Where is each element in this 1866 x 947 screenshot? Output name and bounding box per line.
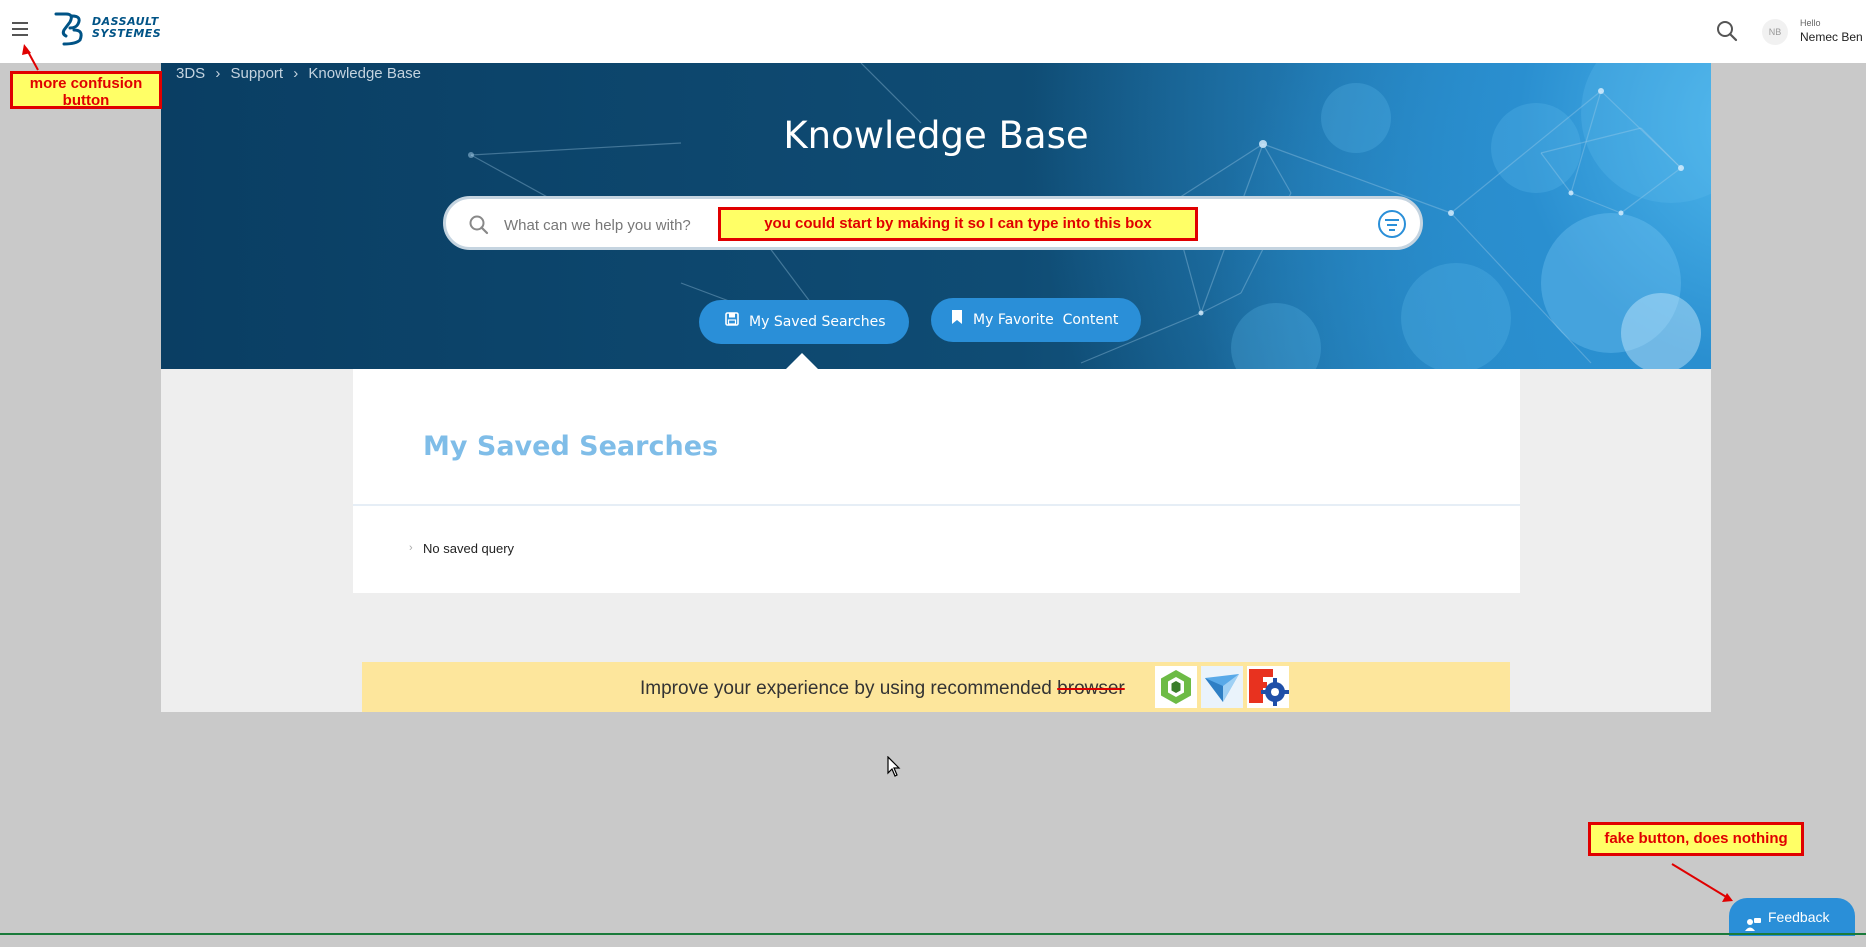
page-title: Knowledge Base bbox=[783, 114, 1089, 157]
browser-gear-icon[interactable] bbox=[1247, 666, 1289, 708]
chevron-right-icon: › bbox=[215, 65, 221, 82]
top-bar: DASSAULT SYSTEMES NB Hello Nemec Ben bbox=[0, 0, 1866, 63]
browser-plane-icon[interactable] bbox=[1201, 666, 1243, 708]
breadcrumb-current: Knowledge Base bbox=[308, 65, 422, 82]
browser-recommendation-banner: Improve your experience by using recomme… bbox=[362, 662, 1510, 712]
tab-my-saved-searches[interactable]: My Saved Searches bbox=[699, 300, 909, 344]
browser-hex-icon[interactable] bbox=[1155, 666, 1197, 708]
save-icon bbox=[725, 300, 739, 344]
chevron-right-icon: › bbox=[409, 542, 413, 554]
username[interactable]: Nemec Ben bbox=[1800, 30, 1863, 44]
annotation-menu-note: more confusion button bbox=[10, 71, 162, 109]
menu-icon[interactable] bbox=[12, 22, 28, 36]
divider bbox=[353, 504, 1520, 506]
empty-state-text: No saved query bbox=[423, 541, 515, 556]
avatar[interactable]: NB bbox=[1762, 19, 1788, 45]
breadcrumb: 3DS › Support › Knowledge Base bbox=[176, 65, 427, 82]
chevron-right-icon: › bbox=[293, 65, 299, 82]
struck-word: browser bbox=[1057, 678, 1125, 699]
saved-searches-panel: My Saved Searches › No saved query bbox=[353, 369, 1520, 593]
breadcrumb-support[interactable]: Support bbox=[231, 65, 284, 82]
3ds-logo-icon bbox=[54, 12, 83, 46]
banner-text: Improve your experience by using recomme… bbox=[640, 678, 1125, 699]
logo-wordmark: DASSAULT SYSTEMES bbox=[92, 15, 162, 40]
active-tab-pointer bbox=[785, 353, 819, 369]
greeting: Hello bbox=[1800, 18, 1821, 28]
feedback-button[interactable]: Feedback bbox=[1729, 898, 1855, 936]
bookmark-icon bbox=[951, 298, 963, 342]
breadcrumb-3ds[interactable]: 3DS bbox=[176, 65, 205, 82]
tab-label: My Saved Searches bbox=[749, 314, 886, 330]
panel-title: My Saved Searches bbox=[423, 431, 719, 462]
filter-icon[interactable] bbox=[1378, 210, 1406, 238]
annotation-search-note: you could start by making it so I can ty… bbox=[718, 207, 1198, 241]
tab-my-favorite-content[interactable]: My Favorite Content bbox=[931, 298, 1141, 342]
dassault-logo[interactable]: DASSAULT SYSTEMES bbox=[52, 10, 167, 46]
feedback-label: Feedback bbox=[1768, 909, 1830, 925]
search-icon[interactable] bbox=[1716, 20, 1738, 42]
mouse-cursor-icon bbox=[887, 755, 901, 783]
feedback-icon bbox=[1745, 909, 1761, 947]
annotation-feedback-note: fake button, does nothing bbox=[1588, 822, 1804, 856]
tab-label: My Favorite Content bbox=[973, 312, 1119, 328]
search-icon bbox=[468, 214, 490, 241]
